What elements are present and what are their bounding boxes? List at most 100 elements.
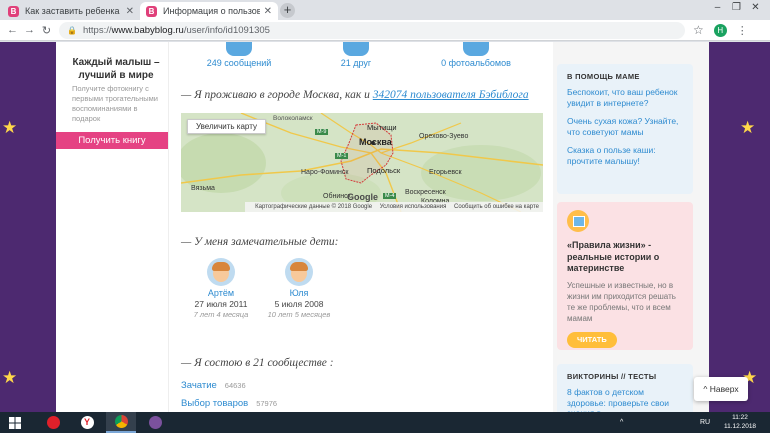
quiz-card-heading: ВИКТОРИНЫ // ТЕСТЫ xyxy=(567,372,657,381)
yandex-taskbar-button[interactable]: Y xyxy=(72,412,102,433)
profile-avatar[interactable]: Н xyxy=(713,23,727,37)
clock-time: 11:22 xyxy=(732,414,748,421)
quiz-card: ВИКТОРИНЫ // ТЕСТЫ 8 фактов о детском зд… xyxy=(557,364,693,412)
messages-link[interactable]: 249 сообщений xyxy=(199,58,279,68)
child-card[interactable]: Артём 27 июля 2011 7 лет 4 месяца xyxy=(186,258,256,319)
windows-taskbar: Y ^ RU 11:22 11.12.2018 xyxy=(0,412,770,433)
maximize-icon[interactable]: ❐ xyxy=(727,0,746,18)
profile-stats: 249 сообщений 21 друг 0 фотоальбомов xyxy=(169,42,554,70)
map-report-link[interactable]: Сообщить об ошибке на карте xyxy=(454,204,539,210)
opera-icon xyxy=(46,416,60,429)
system-clock[interactable]: 11:22 11.12.2018 xyxy=(724,413,756,431)
child-card[interactable]: Юля 5 июля 2008 10 лет 5 месяцев xyxy=(264,258,334,319)
friends-icon xyxy=(343,42,369,56)
help-link[interactable]: Беспокоит, что ваш ребенок увидит в инте… xyxy=(567,87,683,108)
chrome-icon xyxy=(114,415,128,428)
star-decoration-icon: ★ xyxy=(740,118,756,137)
read-button[interactable]: ЧИТАТЬ xyxy=(567,331,617,348)
map-label: Орехово-Зуево xyxy=(419,133,469,140)
right-sidebar: В ПОМОЩЬ МАМЕ Беспокоит, что ваш ребенок… xyxy=(553,42,709,412)
tab-title: Информация о пользователе Ir xyxy=(163,6,260,16)
friends-link[interactable]: 21 друг xyxy=(321,58,391,68)
close-tab-icon[interactable]: ✕ xyxy=(264,6,272,17)
new-tab-button[interactable]: + xyxy=(280,3,295,18)
community-link[interactable]: Зачатие xyxy=(181,380,217,391)
start-button[interactable] xyxy=(0,412,30,433)
community-count: 64636 xyxy=(224,381,246,390)
community-count: 57976 xyxy=(256,399,278,408)
help-link[interactable]: Очень сухая кожа? Узнайте, что советуют … xyxy=(567,116,683,137)
viber-icon xyxy=(148,416,162,429)
help-card: В ПОМОЩЬ МАМЕ Беспокоит, что ваш ребенок… xyxy=(557,64,693,194)
tab-title: Как заставить ребенка учиться: xyxy=(25,6,122,16)
road-sign: M-1 xyxy=(335,153,349,159)
page-viewport: ★ ★ ★ ★ Каждый малыш – лучший в мире Пол… xyxy=(0,42,770,412)
help-link[interactable]: Сказка о пользе каши: прочтите малышу! xyxy=(567,145,683,166)
reload-icon[interactable]: ↻ xyxy=(38,24,55,37)
get-book-button[interactable]: Получить книгу xyxy=(56,132,168,149)
close-window-icon[interactable]: ✕ xyxy=(746,0,765,18)
window-controls: – ❐ ✕ xyxy=(708,0,765,18)
location-heading: — Я проживаю в городе Москва, как и 3420… xyxy=(181,89,529,101)
close-tab-icon[interactable]: ✕ xyxy=(126,6,134,17)
promo-text: Получите фотокнигу с первыми трогательны… xyxy=(72,84,158,123)
child-birth-date: 27 июля 2011 xyxy=(194,299,248,309)
viber-taskbar-button[interactable] xyxy=(140,412,170,433)
url-path: /user/info/id1091305 xyxy=(183,24,270,36)
city-users-link[interactable]: 342074 пользователя Бэбиблога xyxy=(373,89,529,101)
photo-album-icon xyxy=(463,42,489,56)
yandex-icon: Y xyxy=(80,416,94,429)
bookmark-star-icon[interactable]: ☆ xyxy=(693,23,704,37)
girl-avatar-icon xyxy=(285,258,313,286)
clock-date: 11.12.2018 xyxy=(724,423,757,430)
lock-icon: 🔒 xyxy=(67,25,77,35)
address-bar[interactable]: 🔒 https://www.babyblog.ru/user/info/id10… xyxy=(59,21,685,39)
google-logo: Google xyxy=(347,192,378,202)
forward-arrow-icon[interactable]: → xyxy=(21,24,38,36)
community-link[interactable]: Выбор товаров xyxy=(181,398,248,409)
promo-title: Каждый малыш – лучший в мире xyxy=(72,57,160,81)
browser-menu-icon[interactable]: ⋮ xyxy=(737,24,748,37)
url-scheme: https:// xyxy=(82,24,112,36)
book-icon xyxy=(567,210,589,232)
rules-of-life-card: «Правила жизни» - реальные истории о мат… xyxy=(557,202,693,350)
map-label: Подольск xyxy=(367,166,401,175)
map-terms-link[interactable]: Условия использования xyxy=(380,204,447,210)
language-indicator[interactable]: RU xyxy=(700,412,710,433)
map-label: Воскресенск xyxy=(405,189,446,196)
left-sidebar: Каждый малыш – лучший в мире Получите фо… xyxy=(56,42,168,412)
tab-strip: B Как заставить ребенка учиться: ✕ B Инф… xyxy=(0,0,770,20)
community-item: Выбор товаров 57976 xyxy=(181,398,277,409)
quiz-link[interactable]: 8 фактов о детском здоровье: проверьте с… xyxy=(567,387,683,412)
main-content: 249 сообщений 21 друг 0 фотоальбомов — Я… xyxy=(168,42,553,412)
albums-link[interactable]: 0 фотоальбомов xyxy=(431,58,521,68)
enlarge-map-button[interactable]: Увеличить карту xyxy=(187,119,266,134)
community-item: Зачатие 64636 xyxy=(181,380,246,391)
windows-logo-icon xyxy=(9,416,21,429)
road-sign: M-9 xyxy=(315,129,329,135)
child-name-link[interactable]: Артём xyxy=(186,288,256,298)
tab-user-info[interactable]: B Информация о пользователе Ir ✕ xyxy=(140,2,278,20)
child-birth-date: 5 июля 2008 xyxy=(274,299,324,309)
url-host: www.babyblog.ru xyxy=(111,24,184,36)
stat-friends: 21 друг xyxy=(321,42,391,68)
babyblog-favicon-icon: B xyxy=(146,5,157,17)
star-decoration-icon: ★ xyxy=(2,368,18,387)
babyblog-favicon-icon: B xyxy=(8,5,19,17)
communities-heading: — Я состою в 21 сообществе : xyxy=(181,357,334,369)
location-map[interactable]: Увеличить карту Волоколамск Мытищи Москв… xyxy=(181,113,543,212)
minimize-icon[interactable]: – xyxy=(708,0,727,18)
rules-card-text: Успешные и известные, но в жизни им прих… xyxy=(567,280,676,323)
tab-article[interactable]: B Как заставить ребенка учиться: ✕ xyxy=(2,2,140,20)
stat-messages: 249 сообщений xyxy=(199,42,279,68)
rules-card-title[interactable]: «Правила жизни» - реальные истории о мат… xyxy=(567,240,683,275)
child-name-link[interactable]: Юля xyxy=(264,288,334,298)
back-arrow-icon[interactable]: ← xyxy=(4,24,21,36)
opera-taskbar-button[interactable] xyxy=(38,412,68,433)
browser-toolbar: ← → ↻ 🔒 https://www.babyblog.ru/user/inf… xyxy=(0,20,770,41)
tray-arrow-icon[interactable]: ^ xyxy=(620,412,623,433)
location-text: — Я проживаю в городе Москва, как и xyxy=(181,89,370,101)
scroll-to-top-button[interactable]: ^ Наверх xyxy=(694,377,748,401)
chrome-taskbar-button[interactable] xyxy=(106,412,136,433)
child-age: 10 лет 5 месяцев xyxy=(267,310,331,319)
